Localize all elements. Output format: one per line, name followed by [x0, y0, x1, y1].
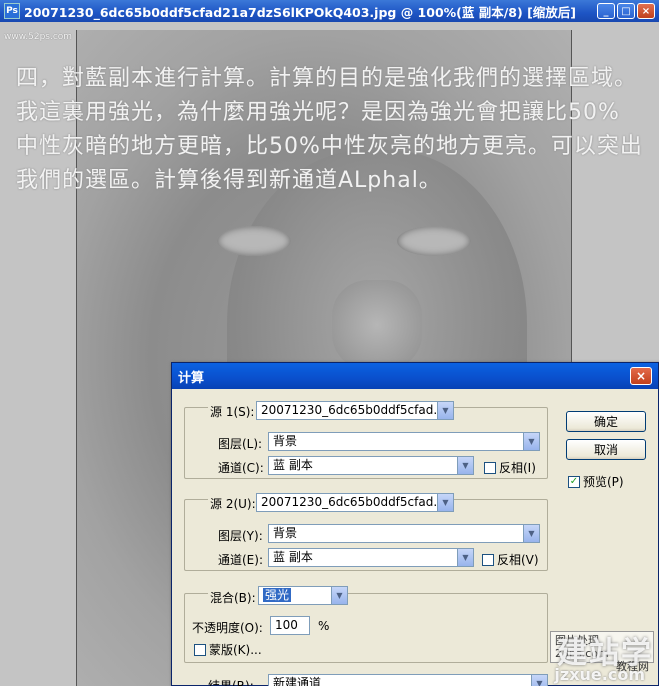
minimize-button[interactable]: _	[597, 3, 615, 19]
chevron-down-icon[interactable]: ▼	[523, 525, 539, 542]
tutorial-line: 我們的選區。計算後得到新通道ALphal。	[16, 168, 442, 193]
result-select[interactable]: 新建通道 ▼	[268, 674, 548, 686]
window-controls: _ □ ×	[597, 3, 655, 19]
chevron-down-icon[interactable]: ▼	[331, 587, 347, 604]
source1-channel-value: 蓝 副本	[273, 458, 313, 472]
source1-select[interactable]: 20071230_6dc65b0ddf5cfad... ▼	[256, 401, 454, 420]
source2-layer-select[interactable]: 背景 ▼	[268, 524, 540, 543]
chevron-down-icon[interactable]: ▼	[457, 457, 473, 474]
opacity-unit: %	[318, 619, 330, 633]
cancel-button[interactable]: 取消	[566, 439, 646, 460]
ok-button[interactable]: 确定	[566, 411, 646, 432]
nose	[332, 280, 422, 370]
close-button[interactable]: ×	[637, 3, 655, 19]
maximize-button[interactable]: □	[617, 3, 635, 19]
checkbox-box[interactable]	[194, 643, 206, 656]
source1-invert-checkbox[interactable]: 反相(I)	[484, 459, 536, 476]
source1-value: 20071230_6dc65b0ddf5cfad...	[261, 403, 445, 417]
source2-layer-value: 背景	[273, 526, 298, 540]
tutorial-line: 我這裏用強光，為什麼用強光呢？是因為強光會把讓比50%	[16, 100, 620, 125]
source1-channel-select[interactable]: 蓝 副本 ▼	[268, 456, 474, 475]
chevron-down-icon[interactable]: ▼	[523, 433, 539, 450]
blending-mode-select[interactable]: 强光 ▼	[258, 586, 348, 605]
source1-layer-select[interactable]: 背景 ▼	[268, 432, 540, 451]
source2-channel-select[interactable]: 蓝 副本 ▼	[268, 548, 474, 567]
document-title: 20071230_6dc65b0ddf5cfad21a7dzS6lKPOkQ40…	[24, 4, 576, 20]
source2-select[interactable]: 20071230_6dc65b0ddf5cfad... ▼	[256, 493, 454, 512]
checkbox-box[interactable]	[484, 461, 496, 474]
tutorial-text: 四，對藍副本進行計算。計算的目的是強化我們的選擇區域。 我這裏用強光，為什麼用強…	[16, 62, 656, 198]
dialog-close-button[interactable]: ×	[630, 367, 652, 385]
tutorial-line: 四，對藍副本進行計算。計算的目的是強化我們的選擇區域。	[16, 66, 638, 91]
tutorial-line: 中性灰暗的地方更暗，比50%中性灰亮的地方更亮。可以突出	[16, 134, 643, 159]
chevron-down-icon[interactable]: ▼	[437, 402, 453, 419]
right-eye	[397, 226, 471, 256]
preview-checkbox[interactable]: ✓ 预览(P)	[568, 473, 624, 490]
checkbox-box[interactable]	[482, 553, 494, 566]
source1-layer-label: 图层(L):	[218, 437, 263, 451]
source1-layer-value: 背景	[273, 434, 298, 448]
document-titlebar: Ps 20071230_6dc65b0ddf5cfad21a7dzS6lKPOk…	[0, 0, 659, 22]
source2-invert-checkbox[interactable]: 反相(V)	[482, 551, 539, 568]
site-watermark-small: www.52ps.com	[4, 32, 73, 42]
opacity-input[interactable]: 100	[270, 616, 310, 635]
checkmark-icon[interactable]: ✓	[568, 475, 580, 488]
blending-label: 混合(B):	[208, 589, 258, 606]
source2-label: 源 2(U):	[208, 495, 258, 512]
mask-label: 蒙版(K)...	[209, 643, 262, 657]
left-eye	[217, 226, 291, 256]
dialog-titlebar: 计算	[172, 363, 658, 389]
result-value: 新建通道	[273, 676, 322, 686]
chevron-down-icon[interactable]: ▼	[437, 494, 453, 511]
source1-channel-label: 通道(C):	[218, 461, 264, 475]
source1-label: 源 1(S):	[208, 403, 257, 420]
site-watermark-url: jzxue.com	[554, 665, 645, 684]
photoshop-doc-icon: Ps	[4, 3, 20, 19]
source2-channel-value: 蓝 副本	[273, 550, 313, 564]
blending-mode-value: 强光	[263, 588, 292, 602]
preview-label: 预览(P)	[583, 475, 624, 489]
mask-checkbox[interactable]: 蒙版(K)...	[194, 641, 262, 658]
source2-value: 20071230_6dc65b0ddf5cfad...	[261, 495, 445, 509]
source2-layer-label: 图层(Y):	[218, 529, 263, 543]
chevron-down-icon[interactable]: ▼	[531, 675, 547, 686]
chevron-down-icon[interactable]: ▼	[457, 549, 473, 566]
source2-invert-label: 反相(V)	[497, 553, 539, 567]
dialog-title: 计算	[178, 370, 205, 386]
source1-invert-label: 反相(I)	[499, 461, 536, 475]
source2-channel-label: 通道(E):	[218, 553, 263, 567]
result-label: 结果(R):	[208, 679, 254, 686]
opacity-label: 不透明度(O):	[192, 621, 263, 635]
